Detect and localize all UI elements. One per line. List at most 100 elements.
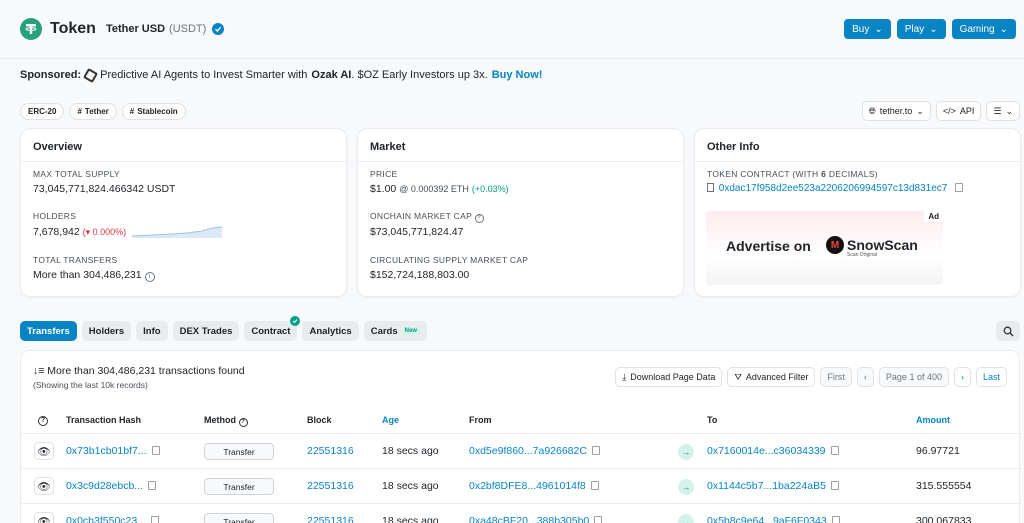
advanced-filter-button[interactable]: ⛛ Advanced Filter [727,367,816,387]
website-dropdown[interactable]: 🌐︎ tether.to ⌄ [861,101,931,121]
last-label: Last [982,372,1000,382]
chevron-down-icon: ⌄ [929,23,938,35]
copy-icon[interactable] [955,183,964,192]
copy-icon[interactable] [591,446,600,455]
tx-hash-group: 0x73b1cb01bf7... [66,445,160,457]
tab-contract[interactable]: Contract [244,316,301,341]
copy-icon[interactable] [151,446,160,455]
method-badge: Transfer [204,478,274,495]
tx-hash-link[interactable]: 0x73b1cb01bf7... [66,445,147,457]
found-text: More than 304,486,231 transactions found [47,365,245,377]
tab-dex-trades[interactable]: DEX Trades [172,321,240,341]
tab-label: Holders [88,325,125,337]
chevron-down-icon: ⌄ [999,23,1008,35]
market-title: Market [370,141,406,153]
search-button[interactable] [996,321,1020,341]
copy-icon[interactable] [590,481,599,490]
globe-icon: 🌐︎ [868,105,876,116]
eye-icon[interactable]: 👁︎ [34,512,54,523]
token-page: Token Tether USD (USDT) Buy ⌄ Play ⌄ Gamin… [0,0,1024,523]
price-group: $1.00 @ 0.000392 ETH (+0.03%) [370,183,509,195]
block-link[interactable]: 22551316 [307,515,354,523]
tab-analytics[interactable]: Analytics [302,321,359,341]
copy-icon[interactable] [831,516,840,523]
help-icon[interactable]: ? [474,214,484,223]
to-group: 0x1144c5b7...1ba224aB5 [707,480,839,492]
from-address-link[interactable]: 0x2bf8DFE8...4961014f8 [469,480,586,492]
tab-label: DEX Trades [179,325,233,337]
tag-stablecoin[interactable]: # Stablecoin [121,103,186,120]
play-label: Play [904,23,925,35]
max-supply-value: 73,045,771,824.466342 USDT [33,183,176,195]
col-amount-toggle[interactable]: Amount [916,415,950,425]
col-age-toggle[interactable]: Age [382,415,399,425]
to-address-link[interactable]: 0x1144c5b7...1ba224aB5 [707,480,826,492]
play-button[interactable]: Play ⌄ [896,19,946,39]
tab-transfers[interactable]: Transfers [20,321,77,341]
search-icon [1003,326,1013,336]
transfers-value: More than 304,486,231 [33,269,142,281]
sponsored-cta-link[interactable]: Buy Now! [492,69,543,81]
col-method: Method ? [204,415,248,427]
buy-button[interactable]: Buy ⌄ [844,19,891,39]
tab-holders[interactable]: Holders [81,321,132,341]
tab-label: Cards [370,325,398,337]
first-page-button[interactable]: First [820,367,852,387]
holders-sparkline [132,226,222,238]
from-group: 0x2bf8DFE8...4961014f8 [469,480,599,492]
prev-page-button[interactable]: ‹ [856,367,874,387]
snowscan-logo-icon: M [826,236,844,254]
token-symbol: (USDT) [169,23,207,35]
tab-label: Contract [251,325,291,337]
api-button[interactable]: </> API [935,101,982,121]
download-page-data-button[interactable]: ⤓ Download Page Data [615,367,723,387]
next-page-button[interactable]: › [953,367,971,387]
eye-icon[interactable]: 👁︎ [34,442,54,460]
sponsored-tail: . $OZ Early Investors up 3x. [351,69,488,81]
price-label: PRICE [370,169,398,179]
copy-icon[interactable] [830,446,839,455]
contract-decimals: 6 [821,169,827,179]
last-page-button[interactable]: Last [975,367,1007,387]
token-tabs: Transfers Holders Info DEX Trades Contra… [20,316,427,341]
copy-icon[interactable] [150,516,159,523]
holders-change: (▾ 0.000%) [82,227,127,237]
mcap-label-group: ONCHAIN MARKET CAP ? [370,211,484,223]
new-badge: New [401,327,420,335]
col-transaction-hash: Transaction Hash [66,415,142,425]
found-summary: ↓≡ More than 304,486,231 transactions fo… [33,365,245,377]
token-name: Tether USD [105,23,166,35]
copy-icon[interactable] [830,481,839,490]
more-options-dropdown[interactable]: ☰ ⌄ [986,101,1020,121]
block-link[interactable]: 22551316 [307,480,354,492]
tab-cards[interactable]: Cards New [363,321,427,341]
table-row: 👁︎ 0x3c9d28ebcb... Transfer 22551316 18 … [21,469,1021,504]
tx-hash-link[interactable]: 0x0cb3f550c23... [66,515,146,523]
copy-icon[interactable] [594,516,603,523]
copy-icon[interactable] [148,481,157,490]
from-address-link[interactable]: 0xa48cBF20...388b305b0 [469,515,589,523]
gaming-button[interactable]: Gaming ⌄ [951,19,1016,39]
tab-label: Transfers [27,325,70,337]
from-address-link[interactable]: 0xd5e9f860...7a926682C [469,445,587,457]
tag-erc20[interactable]: ERC-20 [20,103,65,120]
help-icon[interactable]: ? [238,418,248,427]
help-icon[interactable]: ? [38,414,48,426]
sort-icon: ↓≡ [33,365,48,377]
col-from: From [469,415,492,425]
gaming-label: Gaming [959,23,995,35]
api-label: API [959,106,975,116]
to-address-link[interactable]: 0x5b8c9e64...9aF6F0343 [707,515,827,523]
other-info-title: Other Info [707,141,760,153]
advertisement-banner[interactable]: Ad Advertise on M SnowScan Scan Original [706,211,943,285]
eye-icon[interactable]: 👁︎ [34,477,54,495]
tx-hash-group: 0x3c9d28ebcb... [66,480,157,492]
info-icon[interactable]: i [144,272,155,282]
to-address-link[interactable]: 0x7160014e...c36034339 [707,445,826,457]
tag-tether[interactable]: # Tether [69,103,117,120]
first-label: First [827,372,845,382]
block-link[interactable]: 22551316 [307,445,354,457]
tab-info[interactable]: Info [136,321,168,341]
contract-address-link[interactable]: 0xdac17f958d2ee523a2206206994597c13d831e… [719,183,948,194]
tx-hash-link[interactable]: 0x3c9d28ebcb... [66,480,143,492]
